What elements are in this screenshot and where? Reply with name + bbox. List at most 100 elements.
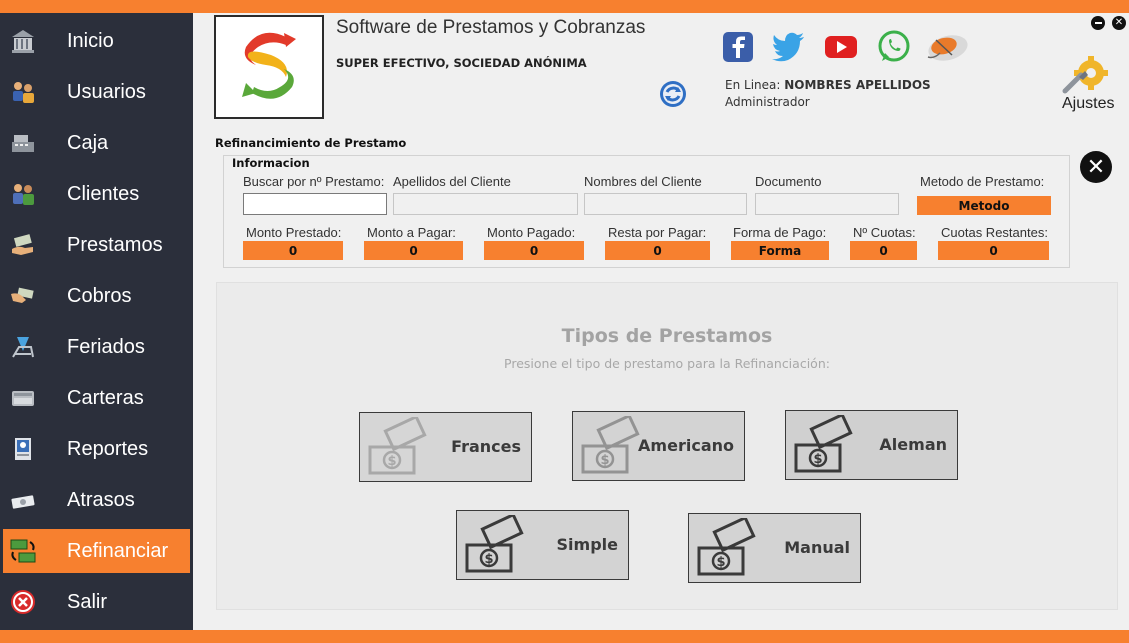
close-icon: ✕ (1086, 154, 1106, 180)
sidebar-item-label: Prestamos (67, 233, 163, 256)
building-icon (8, 26, 38, 56)
svg-text:$: $ (484, 552, 493, 567)
sidebar-item-reportes[interactable]: Reportes (0, 427, 193, 471)
wallet-icon (8, 383, 38, 413)
loan-type-simple-button[interactable]: $ Simple (456, 510, 629, 580)
cash-register-icon (8, 128, 38, 158)
money-icon: $ (581, 416, 640, 474)
loan-types-subtitle: Presione el tipo de prestamo para la Ref… (504, 356, 830, 371)
document-field (755, 193, 899, 215)
exit-icon (8, 587, 38, 617)
sidebar-item-prestamos[interactable]: Prestamos (0, 223, 193, 267)
paid-label: Monto Pagado: (487, 225, 576, 240)
sidebar-item-label: Refinanciar (67, 539, 169, 562)
loan-types-title: Tipos de Prestamos (561, 325, 773, 347)
loan-type-label: Simple (556, 535, 618, 554)
minimize-button[interactable] (1091, 16, 1105, 30)
sidebar-item-cobros[interactable]: Cobros (0, 274, 193, 318)
main-content: Software de Prestamos y Cobranzas SUPER … (193, 13, 1129, 630)
users-icon (8, 77, 38, 107)
twitter-icon[interactable] (771, 29, 807, 65)
loan-hand-icon (8, 230, 38, 260)
remaining-amount-value: 0 (605, 241, 710, 260)
form-group-title: Refinancimiento de Prestamo (215, 136, 407, 150)
sidebar-item-label: Cobros (67, 284, 132, 307)
money-icon: $ (697, 518, 756, 576)
settings-button[interactable] (1059, 51, 1113, 101)
svg-text:$: $ (600, 453, 609, 468)
installments-left-value: 0 (938, 241, 1049, 260)
loan-type-frances-button[interactable]: $ Frances (359, 412, 532, 482)
loan-number-search-input[interactable] (243, 193, 387, 215)
close-window-button[interactable]: ✕ (1112, 16, 1126, 30)
client-lastnames-field (393, 193, 578, 215)
loan-type-manual-button[interactable]: $ Manual (688, 513, 861, 583)
sidebar-item-caja[interactable]: Caja (0, 121, 193, 165)
sidebar-item-atrasos[interactable]: Atrasos (0, 478, 193, 522)
method-label: Metodo de Prestamo: (920, 174, 1045, 189)
settings-label[interactable]: Ajustes (1062, 95, 1114, 113)
loan-type-americano-button[interactable]: $ Americano (572, 411, 745, 481)
sidebar-item-salir[interactable]: Salir (0, 580, 193, 624)
loan-type-label: Americano (638, 436, 734, 455)
gear-icon (1062, 56, 1108, 94)
paid-amount-value: 0 (484, 241, 584, 260)
to-pay-label: Monto a Pagar: (367, 225, 456, 240)
installments-left-label: Cuotas Restantes: (941, 225, 1048, 240)
svg-text:$: $ (716, 555, 725, 570)
loan-type-aleman-button[interactable]: $ Aleman (785, 410, 958, 480)
sidebar-item-label: Salir (67, 590, 108, 613)
payment-form-label: Forma de Pago: (733, 225, 827, 240)
loan-type-label: Manual (784, 538, 850, 557)
svg-text:$: $ (813, 452, 822, 467)
sidebar-item-label: Usuarios (67, 80, 146, 103)
refresh-icon[interactable] (658, 79, 688, 109)
lastnames-label: Apellidos del Cliente (393, 174, 511, 189)
close-form-button[interactable]: ✕ (1080, 151, 1112, 183)
loan-type-label: Frances (451, 437, 521, 456)
beach-chair-icon (8, 332, 38, 362)
sidebar: Inicio Usuarios Caja Clientes Prestamos … (0, 13, 193, 630)
refinance-icon (8, 536, 38, 566)
sidebar-item-label: Feriados (67, 335, 145, 358)
clients-icon (8, 179, 38, 209)
money-icon: $ (465, 515, 524, 573)
late-money-icon (8, 485, 38, 515)
sidebar-item-label: Carteras (67, 386, 144, 409)
sidebar-item-label: Inicio (67, 29, 114, 52)
top-accent-bar (0, 0, 1129, 13)
loan-types-panel: Tipos de Prestamos Presione el tipo de p… (216, 282, 1118, 610)
svg-text:$: $ (387, 454, 396, 469)
mouse-icon[interactable] (926, 29, 970, 65)
sidebar-item-inicio[interactable]: Inicio (0, 19, 193, 63)
sidebar-item-usuarios[interactable]: Usuarios (0, 70, 193, 114)
sidebar-item-label: Caja (67, 131, 109, 154)
facebook-icon[interactable] (720, 29, 756, 65)
online-status: En Linea: NOMBRES APELLIDOS (725, 78, 931, 92)
to-pay-amount-value: 0 (364, 241, 463, 260)
report-icon (8, 434, 38, 464)
installments-label: Nº Cuotas: (853, 225, 916, 240)
youtube-icon[interactable] (823, 29, 859, 65)
sidebar-item-label: Clientes (67, 182, 140, 205)
money-icon: $ (368, 417, 427, 475)
online-user: NOMBRES APELLIDOS (784, 78, 931, 92)
close-icon: ✕ (1114, 17, 1124, 28)
sidebar-item-clientes[interactable]: Clientes (0, 172, 193, 216)
sidebar-item-feriados[interactable]: Feriados (0, 325, 193, 369)
user-role: Administrador (725, 95, 810, 109)
minimize-icon (1094, 22, 1102, 24)
installments-value: 0 (850, 241, 917, 260)
company-logo (214, 15, 324, 119)
document-label: Documento (755, 174, 822, 189)
sidebar-item-refinanciar[interactable]: Refinanciar (3, 529, 190, 573)
whatsapp-icon[interactable] (876, 29, 912, 65)
sidebar-item-label: Atrasos (67, 488, 135, 511)
sidebar-item-carteras[interactable]: Carteras (0, 376, 193, 420)
lent-label: Monto Prestado: (246, 225, 342, 240)
loan-method-value: Metodo (917, 196, 1051, 215)
names-label: Nombres del Cliente (584, 174, 702, 189)
lent-amount-value: 0 (243, 241, 343, 260)
bottom-accent-bar (0, 630, 1129, 643)
loan-type-label: Aleman (879, 435, 947, 454)
